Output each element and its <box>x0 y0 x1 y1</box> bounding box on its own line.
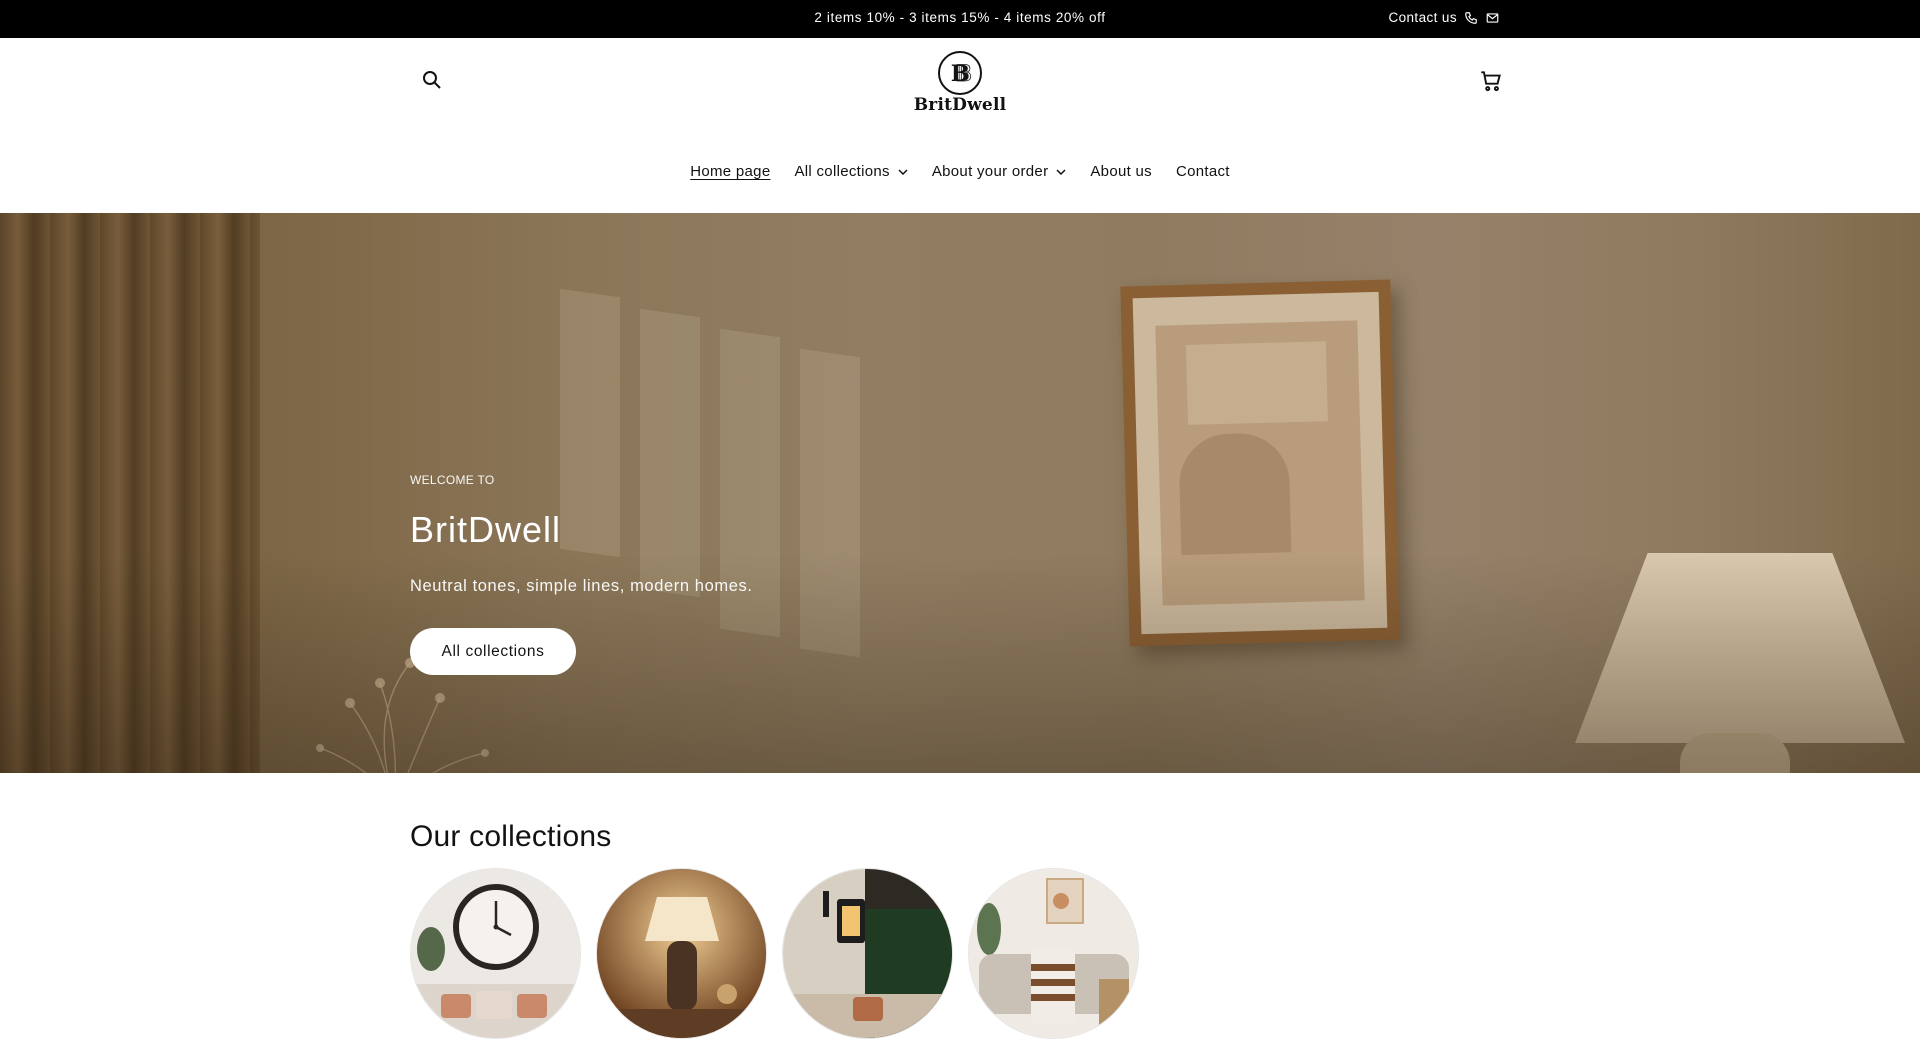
site-header: B B BritDwell Home page All collections … <box>0 38 1920 213</box>
chevron-down-icon <box>1056 168 1066 175</box>
announcement-text: 2 items 10% - 3 items 15% - 4 items 20% … <box>814 10 1106 25</box>
hero-content: WELCOME TO BritDwell Neutral tones, simp… <box>410 213 1110 773</box>
lamp-collection-image <box>597 869 766 1038</box>
lantern-collection-image <box>783 869 952 1038</box>
svg-text:B: B <box>956 62 972 87</box>
search-button[interactable] <box>420 68 444 92</box>
nav-item-all-collections[interactable]: All collections <box>782 163 919 180</box>
nav-item-label: Contact <box>1175 163 1230 180</box>
all-collections-button[interactable]: All collections <box>410 628 576 675</box>
collection-card-lanterns[interactable] <box>782 868 953 1039</box>
cart-button[interactable] <box>1478 68 1504 94</box>
collection-card-lamps[interactable] <box>596 868 767 1039</box>
nav-item-label: About us <box>1090 163 1152 180</box>
throw-collection-image <box>969 869 1138 1038</box>
phone-icon[interactable] <box>1464 11 1478 25</box>
cart-icon <box>1481 71 1501 92</box>
clock-collection-image <box>411 869 580 1038</box>
logo-monogram-icon: B B <box>938 51 982 95</box>
collections-heading: Our collections <box>410 820 612 853</box>
site-logo[interactable]: B B BritDwell <box>900 50 1020 120</box>
chevron-down-icon <box>898 168 908 175</box>
nav-item-about-us[interactable]: About us <box>1078 163 1164 180</box>
collection-card-throws[interactable] <box>968 868 1139 1039</box>
collection-card-clock[interactable] <box>410 868 581 1039</box>
hero-kicker: WELCOME TO <box>410 473 495 487</box>
hero-subtitle: Neutral tones, simple lines, modern home… <box>410 577 753 595</box>
hero-banner: WELCOME TO BritDwell Neutral tones, simp… <box>0 213 1920 773</box>
main-navigation: Home page All collections About your ord… <box>0 163 1920 180</box>
nav-item-home-page[interactable]: Home page <box>678 163 782 180</box>
search-icon <box>423 71 441 89</box>
nav-item-contact[interactable]: Contact <box>1164 163 1242 180</box>
nav-item-label: All collections <box>794 163 890 180</box>
mail-icon[interactable] <box>1485 11 1500 25</box>
hero-title: BritDwell <box>410 509 562 550</box>
announcement-bar: 2 items 10% - 3 items 15% - 4 items 20% … <box>0 0 1920 38</box>
contact-link[interactable]: Contact us <box>1388 10 1500 25</box>
logo-text: BritDwell <box>913 95 1007 115</box>
nav-item-about-your-order[interactable]: About your order <box>920 163 1079 180</box>
contact-label: Contact us <box>1388 10 1457 25</box>
nav-item-label: Home page <box>690 163 771 180</box>
collection-list <box>410 868 1139 1039</box>
nav-item-label: About your order <box>931 163 1049 180</box>
